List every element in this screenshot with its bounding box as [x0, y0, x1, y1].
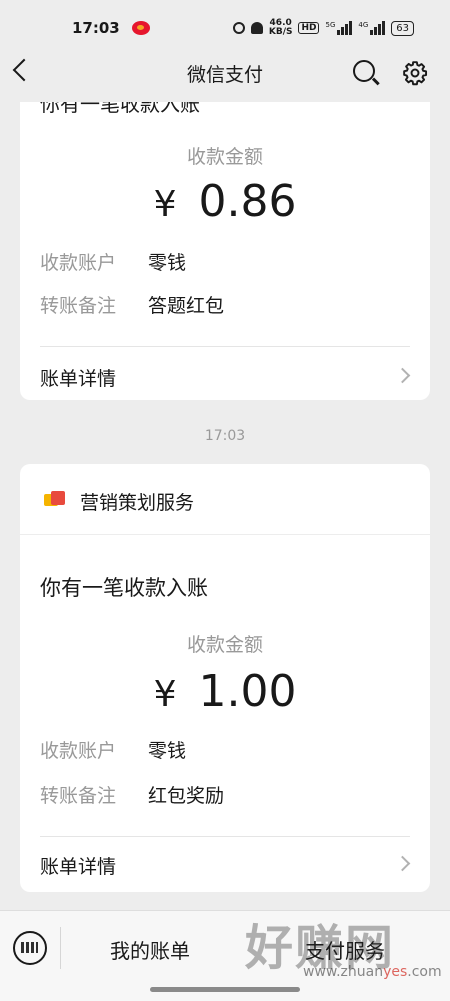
- signal-4g-icon: 4G: [358, 21, 386, 35]
- message-time: 17:03: [204, 428, 246, 444]
- notice-title-cut: 你有一笔收款入账: [40, 102, 200, 116]
- transfer-note-value: 红包奖励: [148, 785, 225, 807]
- battery-icon: 63: [391, 20, 414, 36]
- alarm-icon: [232, 22, 245, 34]
- currency-symbol: ¥: [153, 184, 177, 225]
- bill-detail-link[interactable]: 账单详情: [40, 364, 116, 391]
- amount-number: 1.00: [198, 666, 297, 717]
- payment-card-1: 你有一笔收款入账 收款金额 ¥0.86 收款账户 零钱 转账备注 答题红包 账单…: [20, 102, 430, 400]
- hd-badge: HD: [298, 22, 320, 34]
- signal-5g-icon: 5G: [325, 21, 353, 35]
- receive-account-value: 零钱: [148, 740, 187, 762]
- status-time: 17:03: [72, 19, 120, 37]
- status-left: 17:03: [72, 19, 150, 37]
- bottom-menu-bar: 我的账单 支付服务: [0, 910, 450, 1001]
- menu-my-bill[interactable]: 我的账单: [110, 935, 190, 964]
- amount-value: ¥0.86: [20, 176, 430, 227]
- notice-title: 你有一笔收款入账: [40, 576, 208, 600]
- divider: [60, 927, 61, 969]
- chevron-right-icon: [394, 855, 411, 872]
- weibo-icon: [131, 21, 150, 35]
- gear-icon[interactable]: [402, 60, 428, 86]
- card-header[interactable]: 营销策划服务: [20, 464, 430, 535]
- service-name: 营销策划服务: [80, 492, 195, 514]
- status-icons: 46.0 KB/S HD 5G 4G 63: [232, 19, 414, 37]
- page-title: 微信支付: [186, 64, 263, 86]
- chevron-right-icon: [394, 367, 411, 384]
- transfer-note-label: 转账备注: [40, 295, 117, 317]
- red-packet-icon: [44, 491, 66, 507]
- payment-card-2: 营销策划服务 你有一笔收款入账 收款金额 ¥1.00 收款账户 零钱 转账备注 …: [20, 464, 430, 892]
- amount-number: 0.86: [198, 176, 297, 227]
- nav-bar: 微信支付: [0, 48, 450, 100]
- mute-bell-icon: [250, 22, 263, 34]
- currency-symbol: ¥: [153, 674, 177, 715]
- bill-detail-link[interactable]: 账单详情: [40, 852, 116, 879]
- receive-account-label: 收款账户: [40, 740, 117, 762]
- network-speed: 46.0 KB/S: [269, 19, 293, 37]
- home-indicator[interactable]: [150, 987, 300, 992]
- amount-label: 收款金额: [186, 634, 263, 656]
- receive-account-value: 零钱: [148, 252, 187, 274]
- amount-label: 收款金额: [186, 146, 263, 168]
- transfer-note-value: 答题红包: [148, 295, 225, 317]
- receive-account-label: 收款账户: [40, 252, 117, 274]
- amount-value: ¥1.00: [20, 666, 430, 717]
- network-speed-unit: KB/S: [268, 27, 293, 37]
- menu-payment-service[interactable]: 支付服务: [305, 935, 385, 964]
- search-icon[interactable]: [353, 60, 375, 82]
- signal-4g-label: 4G: [358, 21, 369, 29]
- signal-5g-label: 5G: [325, 21, 336, 29]
- keyboard-icon[interactable]: [13, 931, 47, 965]
- divider: [40, 836, 410, 837]
- transfer-note-label: 转账备注: [40, 785, 117, 807]
- divider: [40, 346, 410, 347]
